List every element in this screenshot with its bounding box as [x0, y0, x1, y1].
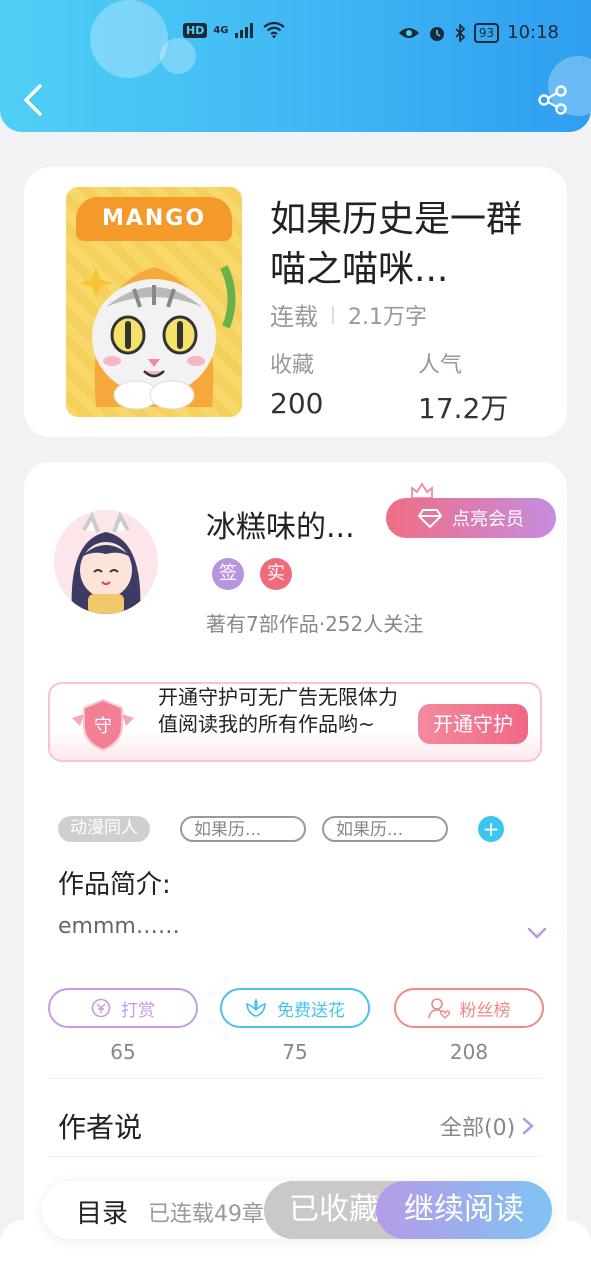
- share-button[interactable]: [537, 84, 569, 116]
- guard-promo-box: 守 开通守护可无广告无限体力值阅读我的所有作品哟~ 开通守护: [48, 682, 542, 762]
- guard-shield-icon: 守: [72, 698, 134, 752]
- eye-icon: [398, 27, 419, 38]
- toc-button[interactable]: 目录: [76, 1193, 128, 1230]
- tip-label: 打赏: [121, 1000, 155, 1021]
- divider: [48, 1156, 542, 1157]
- wifi-icon: [262, 22, 285, 38]
- popularity-label: 人气: [418, 353, 463, 378]
- intro-text: emmm……: [58, 914, 180, 939]
- book-title: 如果历史是一群喵之喵咪...: [270, 199, 523, 290]
- fan-ranking-label: 粉丝榜: [459, 1000, 511, 1021]
- status-bar: HD 4G 93 10:18: [0, 18, 591, 50]
- bluetooth-icon: [455, 23, 466, 42]
- guard-promo-text: 开通守护可无广告无限体力值阅读我的所有作品哟~: [158, 685, 398, 736]
- chevron-left-icon: [24, 84, 42, 116]
- author-card: 冰糕味的... 点亮会员 签 实 著有7部作品·252人关注 守 开通守护可无广…: [24, 462, 567, 1262]
- tip-count: 65: [110, 1040, 136, 1064]
- vip-button[interactable]: 点亮会员: [386, 498, 556, 538]
- signal-icon: [234, 23, 253, 38]
- book-cover[interactable]: MANGO: [66, 187, 242, 417]
- intro-title: 作品简介:: [58, 870, 171, 900]
- open-guard-button[interactable]: 开通守护: [418, 704, 528, 744]
- author-meta: 著有7部作品·252人关注: [206, 612, 424, 636]
- hd-indicator: HD: [183, 22, 208, 38]
- flower-count: 75: [282, 1040, 308, 1064]
- alarm-icon: [429, 26, 444, 41]
- tag-topic-2[interactable]: 如果历...: [322, 816, 448, 842]
- author-avatar[interactable]: [54, 510, 158, 614]
- verified-badge: 实: [260, 558, 292, 590]
- status-time: 10:18: [507, 22, 559, 43]
- diamond-icon: [418, 509, 442, 528]
- book-status-row: 连载 2.1万字: [270, 297, 427, 332]
- book-info-card: MANGO 如果历史是一群喵之喵咪... 连载 2.1万字 收藏 200 人气 …: [24, 167, 567, 437]
- user-heart-icon: [427, 998, 450, 1019]
- author-says-all-link[interactable]: 全部(0): [440, 1110, 535, 1142]
- popularity-value: 17.2万: [418, 392, 509, 425]
- guard-icon-text: 守: [94, 716, 112, 737]
- word-count: 2.1万字: [348, 304, 427, 330]
- fan-count: 208: [449, 1040, 489, 1064]
- share-icon: [538, 85, 567, 115]
- favorites-label: 收藏: [270, 353, 315, 378]
- coin-icon: [91, 998, 111, 1018]
- cover-banner-text: MANGO: [76, 197, 232, 241]
- tip-button[interactable]: 打赏: [48, 988, 198, 1028]
- chevron-down-icon[interactable]: [526, 922, 548, 944]
- favorites-value: 200: [270, 387, 324, 420]
- chapter-count: 已连载49章: [148, 1202, 264, 1227]
- author-says-title: 作者说: [58, 1111, 143, 1144]
- author-name: 冰糕味的...: [206, 510, 355, 545]
- serial-status: 连载: [270, 303, 318, 331]
- fan-ranking-button[interactable]: 粉丝榜: [394, 988, 544, 1028]
- avatar-illustration: [54, 510, 158, 614]
- continue-reading-button[interactable]: 继续阅读: [376, 1181, 552, 1239]
- cat-illustration: [80, 265, 236, 410]
- vip-button-label: 点亮会员: [452, 509, 524, 530]
- send-flower-button[interactable]: 免费送花: [220, 988, 370, 1028]
- add-tag-button[interactable]: +: [478, 816, 504, 842]
- battery-indicator: 93: [473, 22, 500, 43]
- signed-badge: 签: [212, 558, 244, 590]
- network-type: 4G: [213, 24, 229, 36]
- chevron-right-icon: [522, 1117, 535, 1135]
- all-link-label: 全部(0): [440, 1116, 516, 1141]
- send-flower-label: 免费送花: [277, 1000, 345, 1021]
- back-button[interactable]: [18, 82, 50, 118]
- tag-category[interactable]: 动漫同人: [58, 816, 150, 842]
- flower-icon: [246, 998, 266, 1017]
- bottom-action-bar: 目录 已连载49章 已收藏 继续阅读: [42, 1181, 552, 1239]
- divider: [48, 1078, 542, 1079]
- tag-topic-1[interactable]: 如果历...: [180, 816, 306, 842]
- top-header: HD 4G 93 10:18: [0, 0, 591, 132]
- divider: [332, 305, 334, 324]
